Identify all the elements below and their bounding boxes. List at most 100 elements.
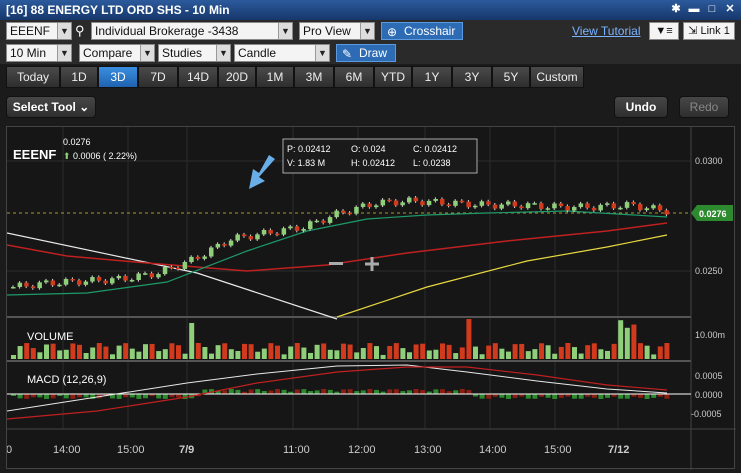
period-button-1y[interactable]: 1Y	[412, 66, 452, 88]
period-button-14d[interactable]: 14D	[178, 66, 218, 88]
link-button[interactable]: ⇲ Link 1	[683, 22, 735, 40]
macd-bar	[479, 394, 485, 399]
period-button-20d[interactable]: 20D	[218, 66, 256, 88]
chevron-down-icon[interactable]: ▼	[360, 23, 374, 39]
candle-body	[228, 240, 234, 246]
period-button-3m[interactable]: 3M	[294, 66, 334, 88]
symbol-input[interactable]: EEENF ▼	[6, 22, 72, 40]
volume-bar	[103, 346, 109, 359]
macd-bar	[413, 389, 419, 394]
candle-body	[314, 220, 320, 223]
volume-bar	[143, 344, 148, 359]
candle-body	[77, 280, 82, 285]
macd-bar	[294, 389, 300, 394]
volume-bar	[242, 343, 247, 359]
period-button-today[interactable]: Today	[6, 66, 60, 88]
macd-bar	[321, 389, 327, 394]
time-tick: 12:00	[348, 444, 376, 456]
volume-bar	[492, 343, 498, 359]
macd-bar	[532, 394, 538, 399]
macd-bar	[228, 389, 234, 394]
undo-button[interactable]: Undo	[614, 96, 668, 118]
chevron-down-icon[interactable]: ▼	[57, 23, 71, 39]
search-icon[interactable]: ⚲	[75, 23, 85, 39]
chevron-down-icon[interactable]: ▼	[216, 45, 230, 61]
candle-body	[149, 273, 155, 278]
volume-bar	[664, 343, 670, 359]
candle-body	[136, 273, 141, 280]
macd-bar	[162, 394, 168, 399]
chart-area[interactable]: EEENF 0.0276 ⬆ 0.0006 ( 2.22%) P: 0.0241…	[6, 126, 736, 470]
volume-bar	[17, 346, 23, 359]
view-tutorial-link[interactable]: View Tutorial	[572, 24, 640, 38]
compare-select[interactable]: Compare ▼	[79, 44, 155, 62]
settings-icon[interactable]: ✱	[669, 2, 683, 16]
candle-body	[281, 228, 287, 235]
close-icon[interactable]: ✕	[723, 2, 737, 16]
menu-button[interactable]: ▼≡	[649, 22, 679, 40]
view-select[interactable]: Pro View ▼	[299, 22, 375, 40]
chevron-down-icon[interactable]: ▼	[140, 45, 154, 61]
volume-bar	[83, 353, 89, 359]
candle-body	[631, 202, 636, 205]
period-button-1d[interactable]: 1D	[60, 66, 98, 88]
period-button-1m[interactable]: 1M	[256, 66, 294, 88]
minimize-icon[interactable]: ▬	[687, 2, 701, 16]
macd-bar	[24, 394, 30, 399]
period-button-ytd[interactable]: YTD	[374, 66, 412, 88]
candle-body	[532, 203, 537, 205]
quote-change: 0.0006 ( 2.22%)	[73, 151, 137, 161]
chevron-down-icon[interactable]: ▼	[315, 45, 329, 61]
candle-body	[268, 230, 273, 234]
period-button-7d[interactable]: 7D	[138, 66, 178, 88]
period-button-5y[interactable]: 5Y	[492, 66, 530, 88]
volume-bar	[288, 346, 294, 359]
maximize-icon[interactable]: □	[705, 2, 719, 16]
candle-body	[440, 198, 445, 205]
price-chart[interactable]: EEENF 0.0276 ⬆ 0.0006 ( 2.22%) P: 0.0241…	[6, 127, 736, 470]
time-tick: 14:00	[53, 444, 81, 456]
macd-bar	[222, 390, 228, 394]
candle-body	[70, 278, 75, 281]
volume-bar	[618, 320, 624, 359]
volume-bar	[539, 343, 544, 359]
period-button-3d[interactable]: 3D	[98, 66, 138, 88]
volume-bar	[347, 344, 353, 359]
redo-button[interactable]: Redo	[679, 96, 729, 118]
volume-bar	[314, 344, 320, 359]
macd-bar	[552, 394, 558, 399]
zoom-out-icon[interactable]	[329, 262, 343, 265]
time-tick: 15:00	[544, 444, 572, 456]
volume-bar	[479, 354, 485, 359]
candle-body	[347, 212, 353, 215]
volume-bar	[519, 343, 525, 359]
candle-body	[275, 233, 280, 236]
draw-button[interactable]: ✎ Draw	[336, 44, 396, 62]
candle-body	[413, 197, 419, 202]
select-tool-button[interactable]: Select Tool ⌄	[6, 96, 96, 118]
macd-bar	[17, 394, 23, 399]
period-button-custom[interactable]: Custom	[530, 66, 584, 88]
volume-bar	[37, 352, 43, 359]
macd-bar	[314, 390, 320, 394]
volume-bar	[512, 344, 518, 359]
chevron-down-icon[interactable]: ▼	[278, 23, 292, 39]
account-select[interactable]: Individual Brokerage -3438 ▼	[91, 22, 293, 40]
volume-bar	[413, 344, 419, 359]
interval-select[interactable]: 10 Min ▼	[6, 44, 72, 62]
candle-body	[420, 201, 425, 206]
period-button-3y[interactable]: 3Y	[452, 66, 492, 88]
chevron-down-icon[interactable]: ▼	[57, 45, 71, 61]
chart-type-select[interactable]: Candle ▼	[234, 44, 330, 62]
macd-axis-tick: 0.0000	[695, 390, 723, 400]
time-tick: 7/9	[179, 444, 194, 456]
crosshair-button[interactable]: ⊕ Crosshair	[381, 22, 463, 40]
period-button-6m[interactable]: 6M	[334, 66, 374, 88]
volume-bar	[453, 353, 459, 359]
candle-body	[479, 201, 485, 206]
volume-bar	[228, 349, 234, 359]
macd-bar	[440, 389, 445, 394]
candle-body	[50, 280, 56, 286]
volume-bar	[327, 349, 333, 359]
studies-select[interactable]: Studies ▼	[158, 44, 231, 62]
